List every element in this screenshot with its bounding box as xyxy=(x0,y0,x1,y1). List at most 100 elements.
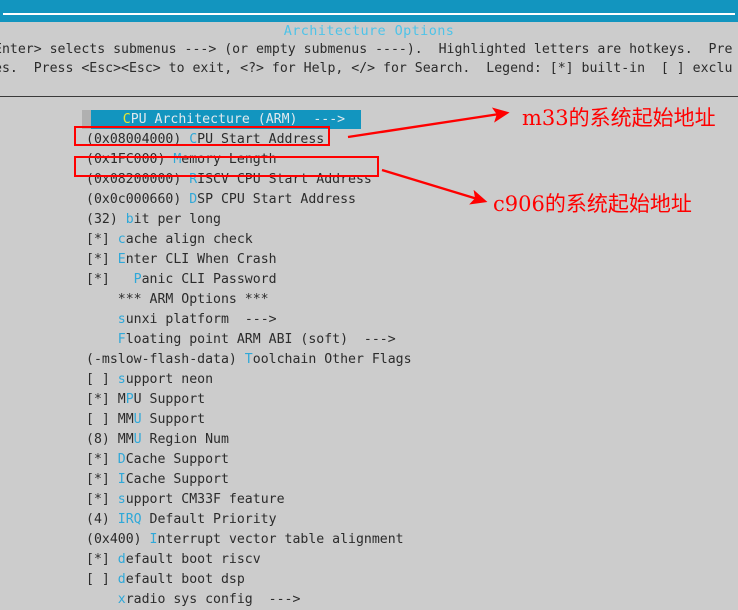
menu-item-hotkey: F xyxy=(117,332,126,347)
menu-item-24[interactable]: xradio sys config ---> xyxy=(86,590,412,610)
menu-item-selected[interactable]: CPU Architecture (ARM) ---> xyxy=(82,110,361,129)
menu-item-21[interactable]: (0x400) Interrupt vector table alignment xyxy=(86,530,412,550)
menu-item-prefix: [*] xyxy=(86,472,118,487)
menu-item-prefix xyxy=(86,592,118,607)
help-line-2: es. Press <Esc><Esc> to exit, <?> for He… xyxy=(0,61,733,76)
menu-item-label: unxi platform xyxy=(125,312,229,327)
menu-item-hotkey: D xyxy=(189,192,198,207)
menu-item-prefix xyxy=(86,292,118,307)
menu-item-6[interactable]: [*] cache align check xyxy=(86,230,412,250)
menu-item-15[interactable]: [ ] MMU Support xyxy=(86,410,412,430)
menu-item-label: *** ARM Options *** xyxy=(117,292,269,307)
menu-item-hotkey: c xyxy=(117,232,126,247)
menu-item-prefix: (0x08200000) xyxy=(86,172,190,187)
menu-item-hotkey: d xyxy=(117,552,126,567)
menu-item-hotkey: P xyxy=(133,272,142,287)
menu-item-1[interactable]: (0x08004000) CPU Start Address xyxy=(86,130,412,150)
menu-item-label: ache align check xyxy=(125,232,253,247)
menu-item-prefix: [ ] xyxy=(86,372,118,387)
menu-item-label: Support xyxy=(141,412,206,427)
menu-item-hotkey: s xyxy=(117,492,126,507)
menu-item-label: anic CLI Password xyxy=(141,272,277,287)
menu-item-hotkey: U xyxy=(133,412,142,427)
menu-item-hotkey: x xyxy=(117,592,126,607)
menu-item-prefix: (0x0c000660) xyxy=(86,192,190,207)
menu-item-hotkey: P xyxy=(125,392,134,407)
menu-item-20[interactable]: (4) IRQ Default Priority xyxy=(86,510,412,530)
menu-item-label: Cache Support xyxy=(125,452,229,467)
menu-item-23[interactable]: [ ] default boot dsp xyxy=(86,570,412,590)
menu-item-13[interactable]: [ ] support neon xyxy=(86,370,412,390)
menu-item-11[interactable]: Floating point ARM ABI (soft) ---> xyxy=(86,330,412,350)
menu-item-0[interactable]: CPU Architecture (ARM) ---> xyxy=(82,110,412,130)
menu-item-2[interactable]: (0x1FC000) Memory Length xyxy=(86,150,412,170)
menu-item-label: radio sys config xyxy=(125,592,253,607)
menu-item-hotkey: d xyxy=(117,572,126,587)
menu-item-prefix: (4) xyxy=(86,512,118,527)
page-title: Architecture Options xyxy=(283,23,455,39)
menu-item-16[interactable]: (8) MMU Region Num xyxy=(86,430,412,450)
menu-list[interactable]: CPU Architecture (ARM) ---> (0x08004000)… xyxy=(82,110,412,610)
submenu-arrow-icon: ---> xyxy=(228,312,277,327)
menu-item-prefix: (8) MM xyxy=(86,432,134,447)
menu-item-prefix: [*] xyxy=(86,272,134,287)
menu-item-prefix xyxy=(86,312,118,327)
submenu-arrow-icon: ---> xyxy=(297,112,361,127)
cursor-block-icon xyxy=(82,110,91,129)
menu-item-14[interactable]: [*] MPU Support xyxy=(86,390,412,410)
menu-item-19[interactable]: [*] support CM33F feature xyxy=(86,490,412,510)
menu-item-prefix: [*] xyxy=(86,232,118,247)
menu-item-label: upport neon xyxy=(125,372,214,387)
menu-item-9[interactable]: *** ARM Options *** xyxy=(86,290,412,310)
menu-item-10[interactable]: sunxi platform ---> xyxy=(86,310,412,330)
menu-item-hotkey: b xyxy=(125,212,134,227)
menu-item-prefix: [*] xyxy=(86,252,118,267)
menu-item-label: efault boot dsp xyxy=(125,572,245,587)
menu-item-hotkey: R xyxy=(189,172,198,187)
menu-item-prefix: (32) xyxy=(86,212,126,227)
menu-item-label: U Support xyxy=(133,392,206,407)
submenu-arrow-icon: ---> xyxy=(348,332,396,347)
menu-item-prefix: (-mslow-flash-data) xyxy=(86,352,245,367)
menu-item-22[interactable]: [*] default boot riscv xyxy=(86,550,412,570)
menu-item-hotkey: I xyxy=(117,472,126,487)
menu-item-8[interactable]: [*] Panic CLI Password xyxy=(86,270,412,290)
menu-item-selected-pad xyxy=(91,110,123,129)
menu-item-18[interactable]: [*] ICache Support xyxy=(86,470,412,490)
menu-item-label: upport CM33F feature xyxy=(125,492,285,507)
menu-item-prefix: (0x08004000) xyxy=(86,132,190,147)
menu-item-label: loating point ARM ABI (soft) xyxy=(125,332,349,347)
menu-item-5[interactable]: (32) bit per long xyxy=(86,210,412,230)
top-bar-rule xyxy=(3,13,735,15)
annotation-label-c906: c906的系统起始地址 xyxy=(493,192,692,216)
menu-item-prefix: [ ] MM xyxy=(86,412,134,427)
submenu-arrow-icon: ---> xyxy=(252,592,301,607)
menu-item-label: efault boot riscv xyxy=(125,552,261,567)
menu-item-label: Default Priority xyxy=(141,512,277,527)
menu-item-label: Region Num xyxy=(141,432,229,447)
menu-item-hotkey: U xyxy=(133,432,142,447)
menu-item-label: SP CPU Start Address xyxy=(197,192,356,207)
menu-item-hotkey: s xyxy=(117,312,126,327)
menu-item-hotkey: IRQ xyxy=(117,512,142,527)
menu-item-7[interactable]: [*] Enter CLI When Crash xyxy=(86,250,412,270)
menu-item-hotkey: C xyxy=(189,132,198,147)
menu-item-3[interactable]: (0x08200000) RISCV CPU Start Address xyxy=(86,170,412,190)
menu-item-hotkey: s xyxy=(117,372,126,387)
menu-item-17[interactable]: [*] DCache Support xyxy=(86,450,412,470)
menu-item-label: Cache Support xyxy=(125,472,229,487)
menu-item-12[interactable]: (-mslow-flash-data) Toolchain Other Flag… xyxy=(86,350,412,370)
menu-item-prefix: (0x1FC000) xyxy=(86,152,174,167)
help-divider xyxy=(0,96,738,97)
menu-item-label: ISCV CPU Start Address xyxy=(197,172,372,187)
menu-item-label: nterrupt vector table alignment xyxy=(157,532,404,547)
menu-item-prefix: [*] xyxy=(86,552,118,567)
menu-item-prefix: [*] xyxy=(86,492,118,507)
menu-item-4[interactable]: (0x0c000660) DSP CPU Start Address xyxy=(86,190,412,210)
menu-item-prefix: [*] xyxy=(86,452,118,467)
menu-item-prefix: [*] M xyxy=(86,392,126,407)
menu-item-hotkey: D xyxy=(117,452,126,467)
window-top-bar xyxy=(0,0,738,22)
annotation-label-m33: m33的系统起始地址 xyxy=(522,106,716,130)
help-line-1: Enter> selects submenus ---> (or empty s… xyxy=(0,42,733,57)
